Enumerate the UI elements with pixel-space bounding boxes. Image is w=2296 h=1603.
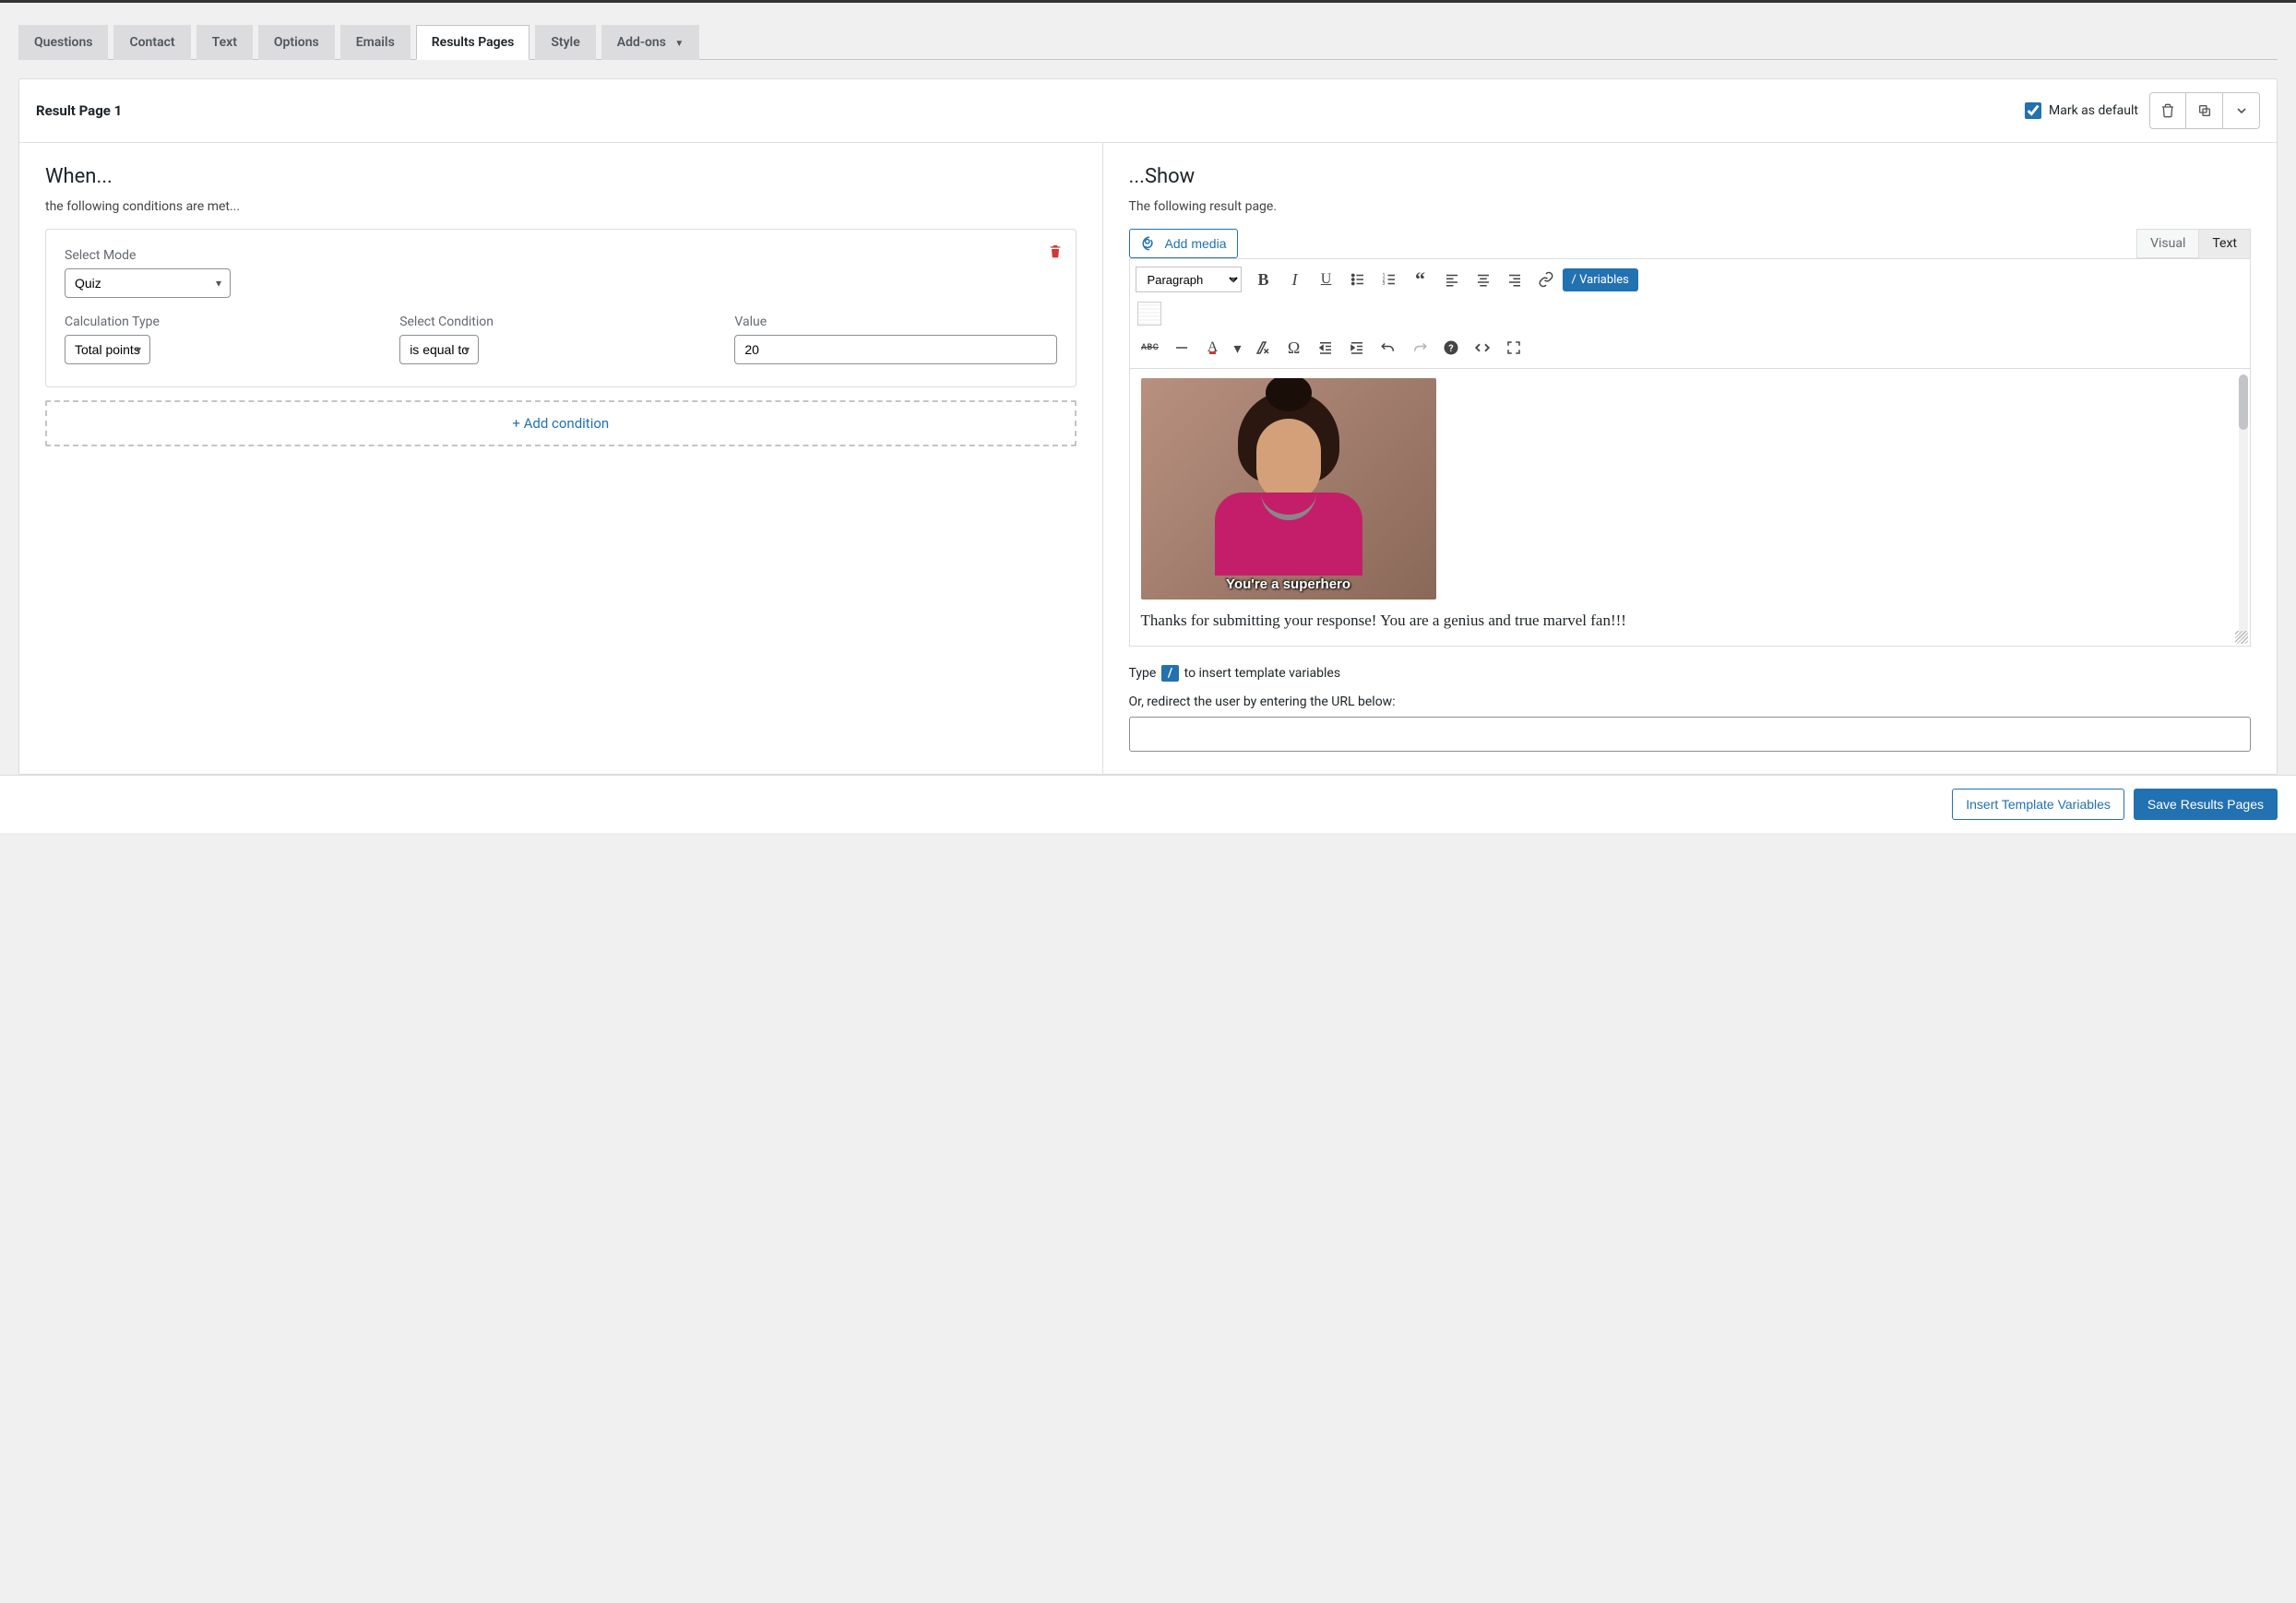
copy-icon [2197,103,2212,118]
card-action-buttons [2149,92,2260,129]
condition-box: Select Mode Quiz Calculation Type Total … [45,229,1077,387]
redirect-url-input[interactable] [1129,717,2251,752]
tab-results-pages[interactable]: Results Pages [416,25,530,60]
mark-default-checkbox[interactable]: Mark as default [2025,102,2138,119]
undo-button[interactable] [1374,333,1403,362]
collapse-page-button[interactable] [2223,92,2260,129]
indent-button[interactable] [1342,333,1372,362]
save-results-pages-button[interactable]: Save Results Pages [2134,789,2278,820]
delete-page-button[interactable] [2149,92,2186,129]
mode-label: Select Mode [65,248,1057,263]
horizontal-line-button[interactable] [1167,333,1196,362]
footer-actions: Insert Template Variables Save Results P… [0,775,2296,833]
tab-emails[interactable]: Emails [340,25,410,60]
mark-default-label: Mark as default [2049,103,2138,118]
tab-addons[interactable]: Add-ons ▼ [601,25,700,60]
media-icon [1141,235,1158,252]
result-page-card: Result Page 1 Mark as default [18,78,2278,775]
text-color-button[interactable]: A [1198,333,1228,362]
calc-type-select[interactable]: Total points [65,335,150,364]
show-pane: ...Show The following result page. Add m… [1103,143,2277,774]
tab-addons-label: Add-ons [617,35,666,50]
outdent-button[interactable] [1311,333,1340,362]
main-tabs: Questions Contact Text Options Emails Re… [18,25,2278,59]
show-subtitle: The following result page. [1129,199,2251,214]
align-left-button[interactable] [1437,265,1467,294]
align-right-button[interactable] [1500,265,1529,294]
image-caption: You're a superhero [1141,576,1436,592]
link-button[interactable] [1531,265,1561,294]
variables-button[interactable]: / Variables [1563,268,1638,291]
code-button[interactable] [1468,333,1497,362]
strikethrough-button[interactable]: ABC [1136,333,1165,362]
editor-content[interactable]: You're a superhero Thanks for submitting… [1130,369,2250,646]
add-media-button[interactable]: Add media [1129,229,1239,258]
result-body-text[interactable]: Thanks for submitting your response! You… [1141,609,1630,633]
tab-text[interactable]: Text [196,25,253,60]
chevron-down-icon [2234,103,2249,118]
svg-text:?: ? [1448,342,1453,354]
hint-prefix: Type [1129,666,1157,681]
result-image[interactable]: You're a superhero [1141,378,1436,600]
resize-handle-icon[interactable] [2235,631,2248,644]
card-body: When... the following conditions are met… [19,143,2277,774]
visual-tab[interactable]: Visual [2136,229,2199,258]
bold-button[interactable]: B [1249,265,1279,294]
chevron-down-icon: ▼ [674,39,684,49]
condition-label: Select Condition [399,315,721,329]
value-input[interactable] [734,335,1056,364]
when-subtitle: the following conditions are met... [45,199,1077,214]
mode-select[interactable]: Quiz [65,268,231,298]
help-button[interactable]: ? [1436,333,1466,362]
mark-default-input[interactable] [2025,102,2041,119]
header-actions: Mark as default [2025,92,2260,129]
numbered-list-button[interactable]: 123 [1374,265,1404,294]
calc-type-label: Calculation Type [65,315,387,329]
when-pane: When... the following conditions are met… [19,143,1103,774]
hint-suffix: to insert template variables [1184,666,1340,681]
slash-badge: / [1161,665,1179,682]
underline-button[interactable]: U [1312,265,1341,294]
value-label: Value [734,315,1056,329]
clear-formatting-button[interactable] [1248,333,1278,362]
fullscreen-button[interactable] [1499,333,1529,362]
tab-style[interactable]: Style [535,25,595,60]
text-color-dropdown[interactable]: ▾ [1230,333,1246,362]
add-media-label: Add media [1165,236,1227,251]
insert-template-variables-button[interactable]: Insert Template Variables [1952,789,2124,820]
svg-text:3: 3 [1382,281,1385,287]
editor: Paragraph B I U 123 [1129,258,2251,647]
template-hint: Type / to insert template variables [1129,665,2251,682]
card-title: Result Page 1 [36,102,122,119]
condition-select[interactable]: is equal to [399,335,479,364]
trash-icon [2160,103,2175,118]
editor-scrollbar[interactable] [2239,374,2248,640]
bullet-list-button[interactable] [1343,265,1373,294]
card-header: Result Page 1 Mark as default [19,79,2277,143]
add-condition-button[interactable]: + Add condition [45,400,1077,446]
italic-button[interactable]: I [1280,265,1310,294]
tab-contact[interactable]: Contact [113,25,190,60]
show-title: ...Show [1129,165,2251,188]
editor-toolbar: Paragraph B I U 123 [1130,259,2250,369]
paragraph-select[interactable]: Paragraph [1136,267,1242,292]
redirect-label: Or, redirect the user by entering the UR… [1129,695,2251,709]
top-border [0,0,2296,3]
editor-mode-tabs: Visual Text [2136,229,2251,258]
duplicate-page-button[interactable] [2186,92,2223,129]
tab-options[interactable]: Options [258,25,335,60]
tab-questions[interactable]: Questions [18,25,108,60]
special-char-button[interactable]: Ω [1279,333,1309,362]
align-center-button[interactable] [1469,265,1498,294]
color-swatch[interactable] [1137,302,1161,326]
redo-button[interactable] [1405,333,1434,362]
delete-condition-button[interactable] [1048,243,1063,259]
blockquote-button[interactable]: “ [1406,265,1435,294]
when-title: When... [45,165,1077,188]
text-tab[interactable]: Text [2199,229,2251,258]
